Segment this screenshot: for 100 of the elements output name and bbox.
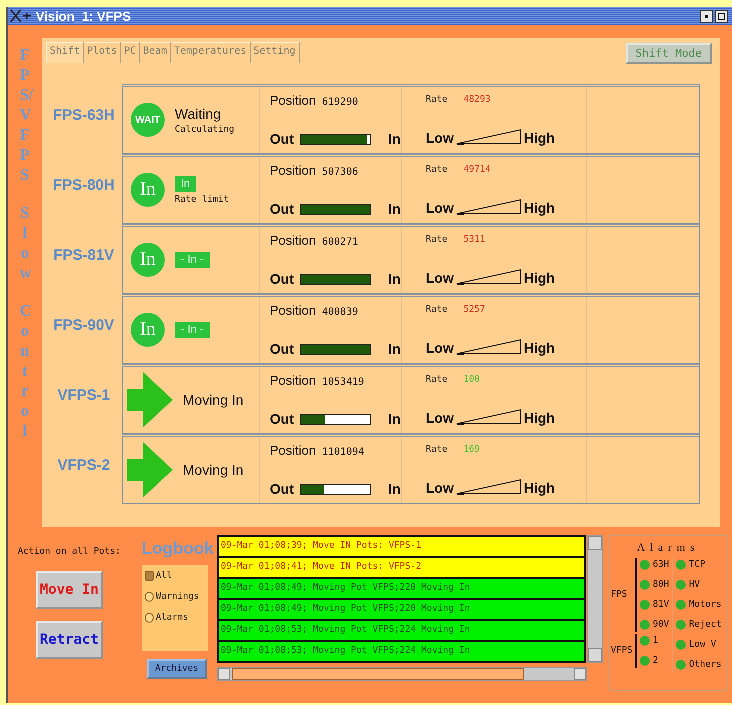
pot-name: FPS-63H (52, 106, 116, 126)
out-label: Out (270, 271, 294, 287)
log-entry: 09-Mar 01;08;49; Moving Pot VFPS;220 Moving In (219, 579, 584, 598)
archives-button[interactable]: Archives (147, 659, 207, 679)
position-label: Position (270, 93, 316, 108)
in-label: In (388, 271, 401, 287)
action-button[interactable]: Retract (36, 621, 103, 659)
alarm-label: Motors (689, 600, 722, 610)
tab[interactable]: PC (121, 42, 140, 63)
arrow-right-icon (127, 442, 173, 498)
status-indicator: In (131, 173, 165, 207)
arrow-right-icon (127, 372, 173, 428)
status-note: Calculating (175, 124, 235, 134)
x-logo-icon (10, 9, 32, 23)
status-tag: - In - (175, 252, 210, 268)
minimize-button[interactable] (700, 10, 713, 22)
status-text: Waiting (175, 106, 222, 122)
ramp-icon (456, 409, 522, 425)
rate-value: 169 (464, 445, 480, 455)
alarm-label: 81V (653, 600, 670, 610)
low-label: Low (426, 480, 454, 496)
pot-name: VFPS-2 (56, 456, 112, 476)
action-label: Action on all Pots: (18, 547, 121, 557)
out-label: Out (270, 481, 294, 497)
side-title: Slow (19, 204, 30, 284)
status-text: Moving In (183, 392, 244, 408)
ramp-icon (456, 269, 522, 285)
horizontal-scrollbar[interactable] (217, 667, 587, 681)
position-label: Position (270, 373, 316, 388)
low-label: Low (426, 200, 454, 216)
ramp-icon (456, 129, 522, 145)
tab[interactable]: Plots (84, 42, 122, 63)
shift-mode-button[interactable]: Shift Mode (626, 43, 712, 64)
low-label: Low (426, 130, 454, 146)
rate-value: 49714 (464, 165, 491, 175)
side-title: Control (19, 302, 30, 442)
out-label: Out (270, 131, 294, 147)
status-tag: - In - (175, 322, 210, 338)
tab[interactable]: Temperatures (171, 42, 251, 63)
rate-value: 5257 (464, 305, 486, 315)
window-title: Vision_1: VFPS (35, 8, 132, 24)
pot-name: FPS-90V (52, 316, 116, 336)
in-label: In (388, 411, 401, 427)
position-value: 400839 (322, 307, 358, 318)
tab[interactable]: Shift (46, 42, 84, 63)
action-button[interactable]: Move In (36, 571, 103, 609)
rate-label: Rate (426, 305, 448, 315)
status-text: Moving In (183, 462, 244, 478)
high-label: High (524, 270, 556, 286)
alarm-label: Others (689, 660, 722, 670)
rate-value: 5311 (464, 235, 486, 245)
high-label: High (524, 410, 556, 426)
vertical-scrollbar[interactable] (587, 535, 603, 663)
pot-name: FPS-80H (52, 176, 116, 196)
alarm-label: 63H (653, 560, 670, 570)
position-label: Position (270, 303, 316, 318)
position-value: 1053419 (322, 377, 364, 388)
high-label: High (524, 130, 556, 146)
pot-name: FPS-81V (52, 246, 116, 266)
low-label: Low (426, 410, 454, 426)
alarms-title: Alarms (637, 542, 700, 554)
status-note: Rate limit (175, 194, 230, 204)
out-label: Out (270, 341, 294, 357)
position-label: Position (270, 163, 316, 178)
status-indicator: WAIT (131, 103, 165, 137)
filter-radio[interactable]: Alarms (145, 613, 208, 623)
log-entry: 09-Mar 01;08;49; Moving Pot VFPS;220 Moving In (219, 600, 584, 619)
alarm-label: Reject (689, 620, 722, 630)
tab[interactable]: Setting (250, 42, 300, 63)
rate-label: Rate (426, 235, 448, 245)
ramp-icon (456, 199, 522, 215)
rate-value: 48293 (464, 95, 491, 105)
filter-radio[interactable]: All (145, 571, 208, 581)
alarm-label: 2 (653, 656, 658, 666)
position-value: 507306 (322, 167, 358, 178)
status-tag: In (175, 176, 196, 192)
high-label: High (524, 340, 556, 356)
alarm-label: 1 (653, 636, 658, 646)
position-label: Position (270, 233, 316, 248)
maximize-button[interactable] (715, 10, 728, 22)
ramp-icon (456, 479, 522, 495)
alarm-label: 80H (653, 580, 670, 590)
alarm-label: Low V (689, 640, 716, 650)
rate-label: Rate (426, 95, 448, 105)
ramp-icon (456, 339, 522, 355)
position-value: 600271 (322, 237, 358, 248)
tab[interactable]: Beam (140, 42, 172, 63)
position-value: 1101094 (322, 447, 364, 458)
log-entry: 09-Mar 01;08;39; Move IN Pots: VFPS-1 (219, 537, 584, 556)
out-label: Out (270, 411, 294, 427)
rate-label: Rate (426, 445, 448, 455)
log-entry: 09-Mar 01;08;53; Moving Pot VFPS;224 Moving In (219, 642, 584, 661)
group-label: VFPS (611, 646, 633, 656)
filter-radio[interactable]: Warnings (145, 592, 208, 602)
in-label: In (388, 341, 401, 357)
alarm-label: TCP (689, 560, 706, 570)
log-entry: 09-Mar 01;08;41; Move IN Pots: VFPS-2 (219, 558, 584, 577)
rate-label: Rate (426, 165, 448, 175)
low-label: Low (426, 270, 454, 286)
group-label: FPS (611, 590, 628, 600)
